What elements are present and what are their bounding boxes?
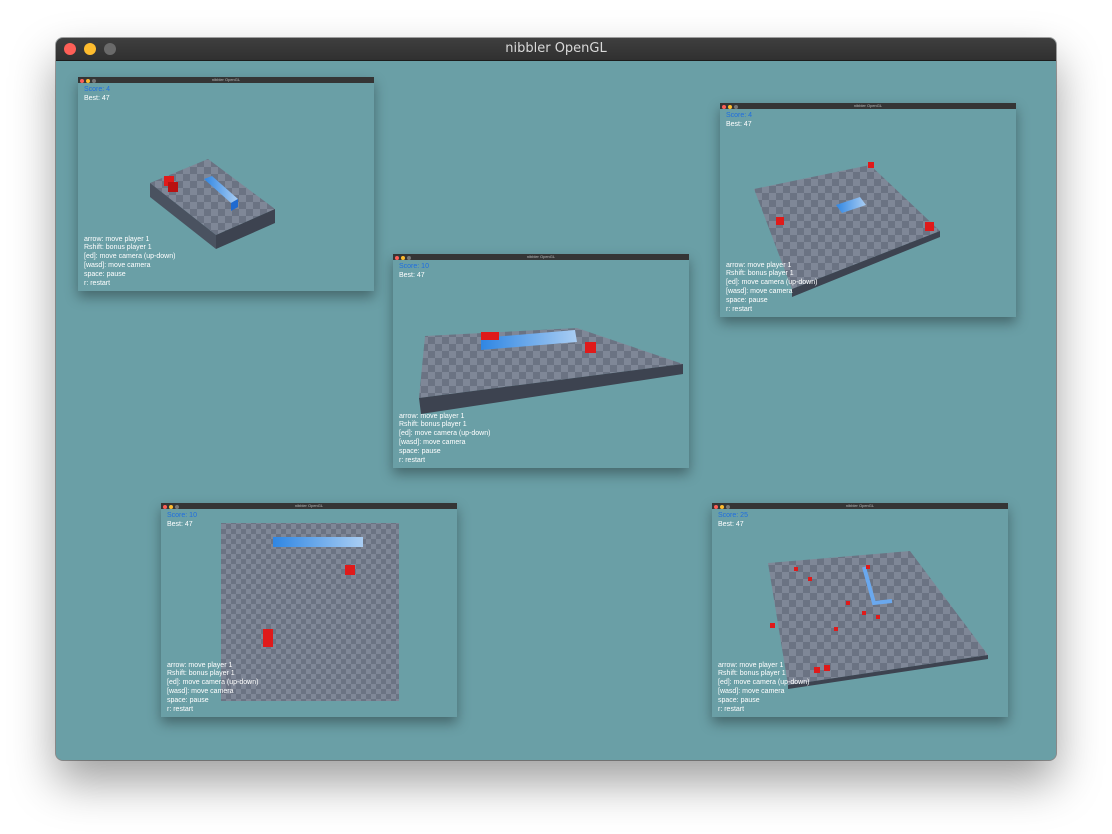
help-line: arrow: move player 1 — [726, 261, 792, 269]
best-label: Best: 47 — [718, 521, 744, 528]
window-title: nibbler OpenGL — [505, 41, 607, 56]
food — [866, 565, 870, 569]
best-label: Best: 47 — [399, 272, 425, 279]
controls-help: arrow: move player 1 Rshift: bonus playe… — [726, 262, 817, 315]
title-bar: nibbler OpenGL — [56, 38, 1056, 61]
game-window-4[interactable]: nibbler OpenGL Score: 10 Best: 47 arrow:… — [161, 503, 457, 717]
food — [925, 222, 934, 231]
help-line: arrow: move player 1 — [399, 412, 465, 420]
help-line: space: pause — [726, 297, 768, 305]
food — [481, 332, 499, 340]
help-line: [wasd]: move camera — [726, 288, 793, 296]
help-line: r: restart — [167, 706, 194, 714]
controls-help: arrow: move player 1 Rshift: bonus playe… — [84, 236, 175, 289]
help-line: Rshift: bonus player 1 — [718, 670, 786, 678]
help-line: [ed]: move camera (up-down) — [399, 430, 491, 438]
score-label: Score: 4 — [84, 86, 111, 93]
help-line: [ed]: move camera (up-down) — [726, 279, 818, 287]
game-window-2[interactable]: nibbler OpenGL Score: 4 Best: 47 arrow: … — [720, 103, 1016, 317]
game-window-5[interactable]: nibbler OpenGL Score: 25 Best: 47 arrow:… — [712, 503, 1008, 717]
food — [808, 577, 812, 581]
help-line: Rshift: bonus player 1 — [84, 244, 152, 252]
food — [168, 182, 178, 192]
food — [862, 611, 866, 615]
help-line: r: restart — [84, 280, 111, 288]
food — [794, 567, 798, 571]
help-line: r: restart — [726, 306, 753, 314]
controls-help: arrow: move player 1 Rshift: bonus playe… — [399, 413, 490, 466]
help-line: r: restart — [399, 457, 426, 465]
food — [585, 342, 596, 353]
score-label: Score: 4 — [726, 112, 753, 119]
desktop-area: nibbler OpenGL Score: 4 Best: 47 arrow: … — [56, 61, 1056, 760]
snake — [273, 537, 363, 547]
help-line: [ed]: move camera (up-down) — [718, 679, 810, 687]
help-line: [ed]: move camera (up-down) — [84, 253, 176, 261]
score-label: Score: 10 — [399, 263, 429, 270]
help-line: [wasd]: move camera — [718, 688, 785, 696]
best-label: Best: 47 — [726, 121, 752, 128]
help-line: [ed]: move camera (up-down) — [167, 679, 259, 687]
best-label: Best: 47 — [167, 521, 193, 528]
controls-help: arrow: move player 1 Rshift: bonus playe… — [167, 662, 258, 715]
food — [770, 623, 775, 628]
help-line: [wasd]: move camera — [84, 262, 151, 270]
help-line: r: restart — [718, 706, 745, 714]
help-line: arrow: move player 1 — [84, 235, 150, 243]
help-line: arrow: move player 1 — [167, 661, 233, 669]
controls-help: arrow: move player 1 Rshift: bonus playe… — [718, 662, 809, 715]
help-line: Rshift: bonus player 1 — [399, 421, 467, 429]
help-line: Rshift: bonus player 1 — [167, 670, 235, 678]
help-line: space: pause — [84, 271, 126, 279]
help-line: Rshift: bonus player 1 — [726, 270, 794, 278]
food — [834, 627, 838, 631]
score-label: Score: 10 — [167, 512, 197, 519]
food — [345, 565, 355, 575]
food — [263, 629, 273, 647]
food — [776, 217, 784, 225]
food — [876, 615, 880, 619]
food — [846, 601, 850, 605]
food — [814, 667, 820, 673]
food — [868, 162, 874, 168]
help-line: space: pause — [718, 697, 760, 705]
game-window-1[interactable]: nibbler OpenGL Score: 4 Best: 47 arrow: … — [78, 77, 374, 291]
best-label: Best: 47 — [84, 95, 110, 102]
help-line: [wasd]: move camera — [399, 439, 466, 447]
help-line: [wasd]: move camera — [167, 688, 234, 696]
food — [824, 665, 830, 671]
main-window: nibbler OpenGL nibbler OpenGL Score: 4 B… — [56, 38, 1056, 760]
help-line: arrow: move player 1 — [718, 661, 784, 669]
help-line: space: pause — [167, 697, 209, 705]
game-window-3[interactable]: nibbler OpenGL Score: 10 Best: 47 arrow:… — [393, 254, 689, 468]
help-line: space: pause — [399, 448, 441, 456]
score-label: Score: 25 — [718, 512, 748, 519]
